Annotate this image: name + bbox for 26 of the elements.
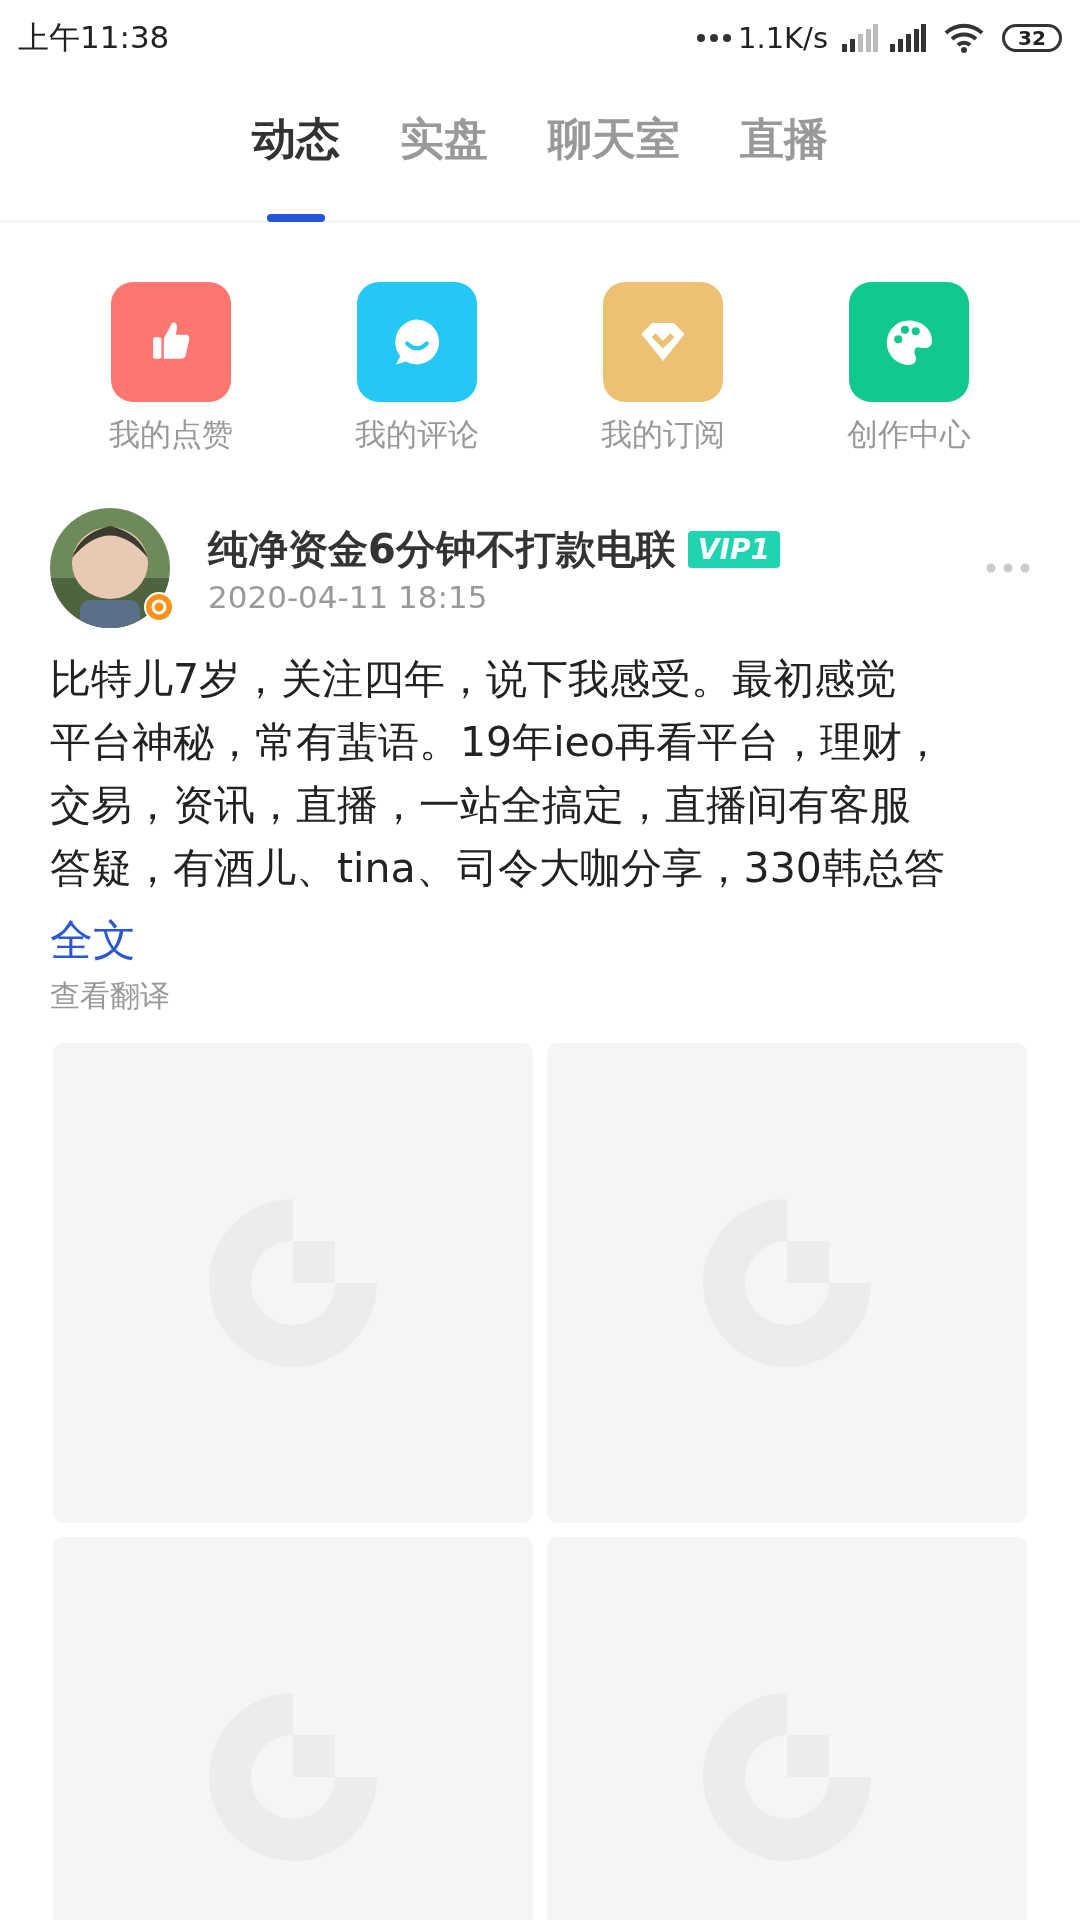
- coin-icon: [144, 592, 174, 622]
- shortcut-label[interactable]: 我的点赞: [109, 414, 233, 456]
- wifi-icon: [944, 22, 984, 54]
- thumbs-up-icon[interactable]: [111, 282, 231, 402]
- full-text-link[interactable]: 全文: [50, 912, 1030, 970]
- status-time: 上午11:38: [18, 18, 170, 57]
- signal-icon: [842, 24, 878, 52]
- author-name[interactable]: 纯净资金6分钟不打款电联: [208, 521, 676, 577]
- tab[interactable]: 实盘: [400, 76, 488, 222]
- shortcut-label[interactable]: 我的评论: [355, 414, 479, 456]
- shortcut-label[interactable]: 我的订阅: [601, 414, 725, 456]
- translate-link[interactable]: 查看翻译: [50, 976, 1030, 1017]
- more-icon[interactable]: [986, 563, 1030, 573]
- post-text: 比特儿7岁，关注四年，说下我感受。最初感觉 平台神秘，常有蜚语。19年ieo再看平台，理财， 交易，资讯，直播，一站全搞定，直播间有客服 答疑，有酒儿、tina、司令大咖分享，330韩总答: [50, 654, 946, 894]
- more-dots-icon: [695, 33, 732, 43]
- palette-icon[interactable]: [849, 282, 969, 402]
- network-speed: 1.1K/s: [737, 21, 828, 55]
- chat-bubble-icon[interactable]: [357, 282, 477, 402]
- post-time: 2020-04-11 18:15: [208, 578, 489, 615]
- tab[interactable]: 动态: [252, 76, 340, 222]
- battery-icon: 32: [1002, 24, 1062, 52]
- tab[interactable]: 直播: [740, 76, 828, 222]
- shortcut-label[interactable]: 创作中心: [847, 414, 971, 456]
- signal-icon: [890, 24, 926, 52]
- tab[interactable]: 聊天室: [548, 76, 680, 222]
- vip-badge: VIP1: [687, 530, 780, 568]
